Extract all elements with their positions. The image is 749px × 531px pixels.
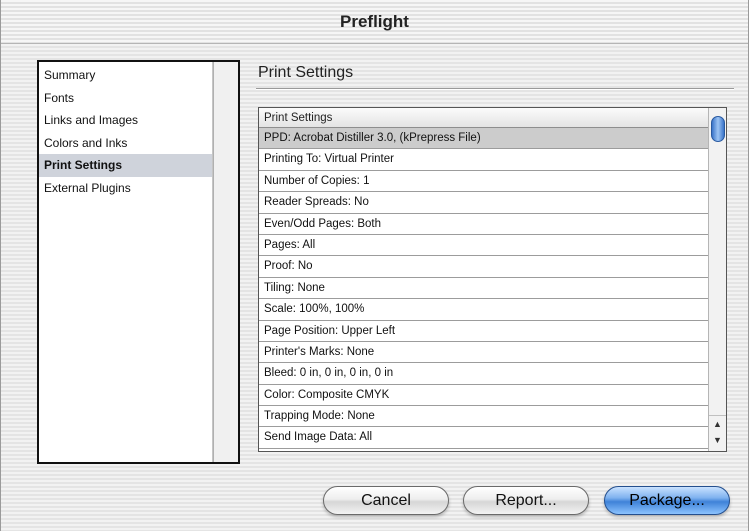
table-column-header[interactable]: Print Settings: [259, 108, 709, 128]
category-list[interactable]: Summary Fonts Links and Images Colors and I…: [37, 60, 240, 464]
table-row[interactable]: Trapping Mode: None: [259, 406, 709, 428]
window-title: Preflight: [340, 12, 409, 31]
cancel-button[interactable]: Cancel: [323, 486, 449, 515]
sidebar-item[interactable]: Colors and Inks: [39, 132, 212, 155]
table-row[interactable]: Color: Composite CMYK: [259, 385, 709, 407]
report-button[interactable]: Report...: [463, 486, 589, 515]
table-row[interactable]: Even/Odd Pages: Both: [259, 214, 709, 235]
table-scrollbar[interactable]: ▲ ▼: [708, 108, 726, 451]
table-row[interactable]: Reader Spreads: No: [259, 192, 709, 214]
section-title: Print Settings: [258, 64, 354, 81]
category-items: Summary Fonts Links and Images Colors and I…: [39, 62, 213, 462]
table-row[interactable]: Scale: 100%, 100%: [259, 299, 709, 321]
section-divider: [256, 88, 734, 90]
scroll-down-arrow-icon[interactable]: ▼: [709, 432, 726, 448]
sidebar-item[interactable]: Fonts: [39, 87, 212, 110]
sidebar-item[interactable]: Summary: [39, 64, 212, 87]
scroll-up-arrow-icon[interactable]: ▲: [709, 415, 726, 431]
table-row[interactable]: Pages: All: [259, 235, 709, 257]
package-button[interactable]: Package...: [604, 486, 730, 515]
category-list-scrollbar[interactable]: [213, 62, 238, 462]
sidebar-item[interactable]: Links and Images: [39, 109, 212, 132]
table-row[interactable]: PPD: Acrobat Distiller 3.0, (kPrepress F…: [259, 128, 709, 150]
table-row[interactable]: Tiling: None: [259, 278, 709, 300]
print-settings-table[interactable]: Print Settings PPD: Acrobat Distiller 3.…: [258, 107, 727, 452]
table-row[interactable]: Printing To: Virtual Printer: [259, 149, 709, 171]
scrollbar-thumb[interactable]: [711, 116, 725, 142]
table-row[interactable]: Number of Copies: 1: [259, 171, 709, 193]
title-bar[interactable]: Preflight: [1, 0, 748, 44]
sidebar-item[interactable]: Print Settings: [39, 154, 212, 177]
table-body: Print Settings PPD: Acrobat Distiller 3.…: [259, 108, 709, 451]
table-row[interactable]: Printer's Marks: None: [259, 342, 709, 364]
preflight-window: Preflight Summary Fonts Links and Images Co…: [0, 0, 749, 531]
table-row[interactable]: Bleed: 0 in, 0 in, 0 in, 0 in: [259, 363, 709, 385]
table-row[interactable]: Send Image Data: All: [259, 427, 709, 449]
sidebar-item[interactable]: External Plugins: [39, 177, 212, 200]
table-row[interactable]: Proof: No: [259, 256, 709, 278]
table-row[interactable]: Page Position: Upper Left: [259, 321, 709, 342]
table-rows: PPD: Acrobat Distiller 3.0, (kPrepress F…: [259, 128, 709, 449]
